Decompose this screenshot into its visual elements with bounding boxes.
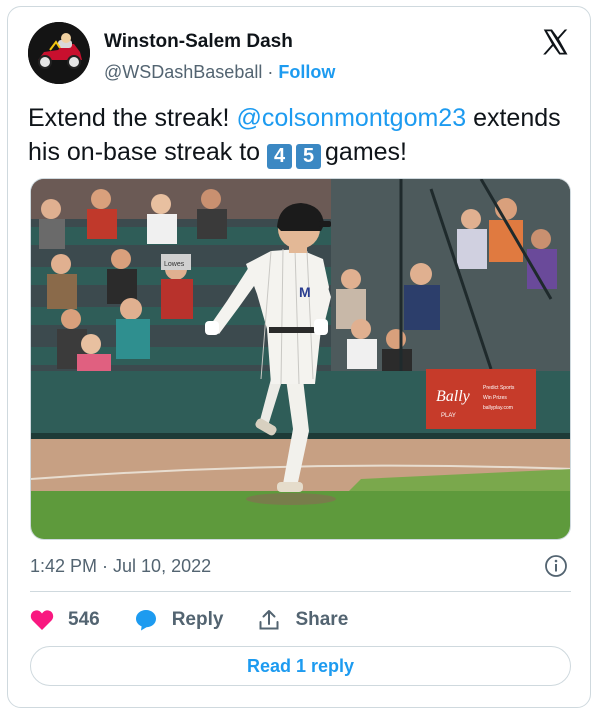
follow-button[interactable]: Follow — [278, 62, 335, 82]
share-upload-icon — [259, 610, 279, 630]
read-replies-button[interactable]: Read 1 reply — [30, 646, 571, 686]
action-bar: 546 Reply Share — [30, 605, 382, 635]
reply-label: Reply — [171, 609, 224, 630]
hot-rod-logo-icon — [28, 22, 90, 84]
sign-sub: PLAY — [441, 413, 456, 419]
ad-board-text: Lowes — [164, 261, 185, 268]
like-count: 546 — [68, 609, 100, 630]
tweet-photo[interactable]: Bally PLAY Predict Sports Win Prizes bal… — [30, 178, 571, 540]
sign-line3: ballyplay.com — [483, 405, 513, 411]
divider — [30, 591, 571, 592]
sign-line1: Predict Sports — [483, 385, 515, 391]
sign-logo: Bally — [436, 388, 471, 405]
tweet-card: Winston-Salem Dash @WSDashBaseball · Fol… — [7, 6, 591, 708]
sign-line2: Win Prizes — [483, 395, 507, 401]
info-icon[interactable] — [544, 554, 568, 578]
author-handle[interactable]: @WSDashBaseball — [104, 62, 262, 82]
share-label: Share — [295, 609, 349, 630]
avatar[interactable] — [28, 22, 90, 84]
baseball-player-photo: Bally PLAY Predict Sports Win Prizes bal… — [31, 179, 570, 539]
speech-bubble-icon — [135, 610, 156, 631]
reply-button[interactable]: Reply — [134, 608, 224, 632]
tweet-timestamp[interactable]: 1:42 PM · Jul 10, 2022 — [30, 556, 211, 577]
svg-text:M: M — [299, 284, 311, 300]
keycap-digit-five-icon: 5 — [296, 144, 322, 169]
keycap-digit-four-icon: 4 — [267, 144, 293, 169]
like-button[interactable]: 546 — [30, 609, 100, 631]
author-handle-row: @WSDashBaseball · Follow — [104, 62, 335, 83]
separator-dot: · — [267, 62, 274, 82]
x-logo-icon[interactable] — [540, 27, 570, 57]
tweet-text-end: games! — [325, 138, 407, 166]
tweet-text: Extend the streak! @colsonmontgom23 exte… — [28, 101, 573, 169]
heart-icon — [30, 610, 54, 630]
mention-link[interactable]: @colsonmontgom23 — [236, 104, 466, 132]
tweet-text-start: Extend the streak! — [28, 104, 237, 132]
share-button[interactable]: Share — [257, 608, 348, 632]
author-display-name[interactable]: Winston-Salem Dash — [104, 31, 293, 53]
